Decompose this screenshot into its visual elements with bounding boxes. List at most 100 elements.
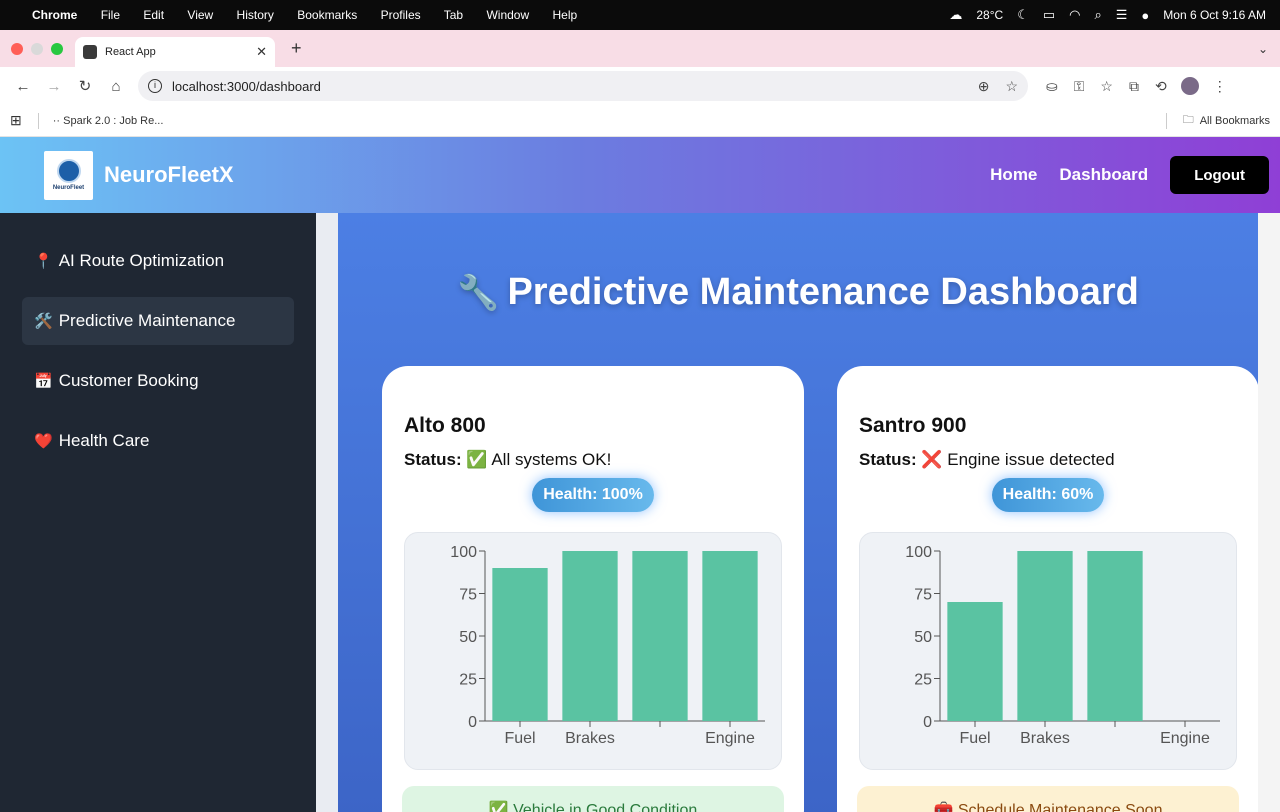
bar-fuel xyxy=(947,602,1003,721)
status-label: Status: xyxy=(404,450,462,469)
nav-dashboard-link[interactable]: Dashboard xyxy=(1059,165,1148,185)
battery-icon[interactable]: ▭ xyxy=(1043,7,1055,23)
condition-banner: ✅ Vehicle in Good Condition xyxy=(402,786,784,812)
menu-file[interactable]: File xyxy=(101,8,120,22)
status-area: ☁ 28°C ☾ ▭ ◠ ⌕ ☰ ● Mon 6 Oct 9:16 AM xyxy=(949,7,1266,23)
sidebar-item-label: Health Care xyxy=(58,431,150,450)
wifi-icon[interactable]: ◠ xyxy=(1069,7,1080,23)
main-content: 🔧 Predictive Maintenance Dashboard Alto 8… xyxy=(316,213,1280,812)
nav-home-link[interactable]: Home xyxy=(990,165,1037,185)
bar-brakes xyxy=(1017,551,1073,721)
component-health-chart: 0 25 50 75 100 Fuel Brakes Engine xyxy=(404,532,782,770)
forward-icon[interactable]: → xyxy=(41,78,67,95)
app-logo[interactable]: NeuroFleet xyxy=(44,150,93,200)
cross-icon: ❌ xyxy=(921,450,943,469)
vehicle-status: Status: ❌ Engine issue detected xyxy=(859,450,1237,470)
bookmark-item[interactable]: ·· Spark 2.0 : Job Re... xyxy=(53,115,164,127)
y-tick-label: 50 xyxy=(914,629,932,646)
bar-fuel xyxy=(492,568,548,721)
url-text[interactable]: localhost:3000/dashboard xyxy=(172,79,321,94)
tab-search-chevron-icon[interactable]: ⌄ xyxy=(1258,42,1268,56)
close-window-button[interactable] xyxy=(11,42,23,55)
apps-grid-icon[interactable]: ⊞ xyxy=(10,112,22,129)
password-key-icon[interactable]: ⚿ xyxy=(1074,78,1085,95)
y-tick-label: 100 xyxy=(905,544,932,561)
macos-menu-bar: Chrome File Edit View History Bookmarks … xyxy=(0,0,1280,30)
window-controls xyxy=(11,42,63,55)
site-info-icon[interactable]: i xyxy=(148,79,162,93)
sidebar-item-label: Predictive Maintenance xyxy=(58,311,236,330)
x-tick-label: Fuel xyxy=(959,730,990,747)
tools-icon: 🛠️ xyxy=(34,313,53,330)
vehicle-name: Alto 800 xyxy=(404,414,486,437)
menu-app-name[interactable]: Chrome xyxy=(32,8,77,22)
vehicle-name: Santro 900 xyxy=(859,414,967,437)
new-tab-icon[interactable]: + xyxy=(291,38,302,59)
home-icon[interactable]: ⌂ xyxy=(103,78,129,95)
menu-bookmarks[interactable]: Bookmarks xyxy=(297,8,357,22)
logout-button[interactable]: Logout xyxy=(1170,156,1269,194)
tab-title: React App xyxy=(105,46,156,58)
extension-puzzle-icon[interactable]: ⧉ xyxy=(1129,78,1139,95)
extensions: ⛀ ⚿ ☆ ⧉ ⟲ xyxy=(1046,78,1167,95)
heart-icon: ❤️ xyxy=(34,433,53,450)
minimize-window-button[interactable] xyxy=(31,42,43,55)
reload-icon[interactable]: ↻ xyxy=(72,77,98,95)
control-center-icon[interactable]: ☰ xyxy=(1116,7,1128,23)
address-toolbar: ← → ↻ ⌂ i localhost:3000/dashboard ⊕ ☆ ⛀… xyxy=(0,67,1280,105)
menu-edit[interactable]: Edit xyxy=(143,8,164,22)
bookmark-star-icon[interactable]: ☆ xyxy=(1005,78,1018,95)
cloud-icon[interactable]: ☁ xyxy=(949,7,962,23)
page-title: 🔧 Predictive Maintenance Dashboard xyxy=(338,271,1258,314)
health-badge: Health: 60% xyxy=(991,478,1105,512)
bar-engine xyxy=(702,551,758,721)
incognito-icon[interactable]: ⛀ xyxy=(1046,78,1058,95)
omnibox[interactable]: i localhost:3000/dashboard ⊕ ☆ xyxy=(138,71,1028,101)
x-tick-label: Engine xyxy=(1160,730,1210,747)
sidebar-item-customer-booking[interactable]: 📅 Customer Booking xyxy=(22,357,294,405)
all-bookmarks-label: All Bookmarks xyxy=(1199,114,1270,127)
y-tick-label: 75 xyxy=(914,587,932,604)
scrollbar[interactable] xyxy=(1258,213,1280,812)
bar-chart: 0 25 50 75 100 Fuel Brakes Engine xyxy=(450,544,765,747)
extension-star-icon[interactable]: ☆ xyxy=(1100,78,1113,95)
moon-icon[interactable]: ☾ xyxy=(1017,7,1029,23)
menu-tab[interactable]: Tab xyxy=(444,8,463,22)
brain-logo-icon xyxy=(56,159,81,183)
menu-help[interactable]: Help xyxy=(552,8,577,22)
menu-kebab-icon[interactable]: ⋮ xyxy=(1213,78,1227,95)
datetime[interactable]: Mon 6 Oct 9:16 AM xyxy=(1163,8,1266,22)
vehicle-card: Alto 800 Status: ✅ All systems OK! Healt… xyxy=(382,366,804,812)
app-menu: Chrome File Edit View History Bookmarks … xyxy=(32,8,597,22)
vehicle-card: Santro 900 Status: ❌ Engine issue detect… xyxy=(837,366,1259,812)
x-tick-label: Engine xyxy=(705,730,755,747)
back-icon[interactable]: ← xyxy=(10,78,36,95)
zoom-window-button[interactable] xyxy=(51,42,63,55)
pin-icon: 📍 xyxy=(34,253,53,270)
close-tab-icon[interactable]: ✕ xyxy=(256,44,267,60)
page-title-text: Predictive Maintenance Dashboard xyxy=(507,271,1139,313)
react-favicon-icon xyxy=(83,45,97,59)
bar-chart: 0 25 50 75 100 Fuel Brakes Engine xyxy=(905,544,1220,747)
profile-avatar[interactable] xyxy=(1180,77,1199,95)
siri-icon[interactable]: ● xyxy=(1141,8,1149,23)
component-health-chart: 0 25 50 75 100 Fuel Brakes Engine xyxy=(859,532,1237,770)
y-tick-label: 0 xyxy=(468,714,477,731)
menu-window[interactable]: Window xyxy=(486,8,529,22)
weather-temp[interactable]: 28°C xyxy=(976,8,1003,22)
search-icon[interactable]: ⌕ xyxy=(1094,7,1101,23)
menu-view[interactable]: View xyxy=(187,8,213,22)
bar-tires xyxy=(1087,551,1143,721)
vehicle-status: Status: ✅ All systems OK! xyxy=(404,450,782,470)
calendar-icon: 📅 xyxy=(34,373,53,390)
zoom-icon[interactable]: ⊕ xyxy=(978,78,990,95)
menu-profiles[interactable]: Profiles xyxy=(381,8,421,22)
history-icon[interactable]: ⟲ xyxy=(1155,78,1167,95)
sidebar-item-ai-route-optimization[interactable]: 📍 AI Route Optimization xyxy=(22,237,294,285)
menu-history[interactable]: History xyxy=(237,8,274,22)
sidebar-item-predictive-maintenance[interactable]: 🛠️ Predictive Maintenance xyxy=(22,297,294,345)
status-text: All systems OK! xyxy=(491,450,612,469)
sidebar-item-health-care[interactable]: ❤️ Health Care xyxy=(22,417,294,465)
browser-tab[interactable]: React App ✕ xyxy=(75,37,275,67)
all-bookmarks[interactable]: 🗀 All Bookmarks xyxy=(1165,111,1270,130)
